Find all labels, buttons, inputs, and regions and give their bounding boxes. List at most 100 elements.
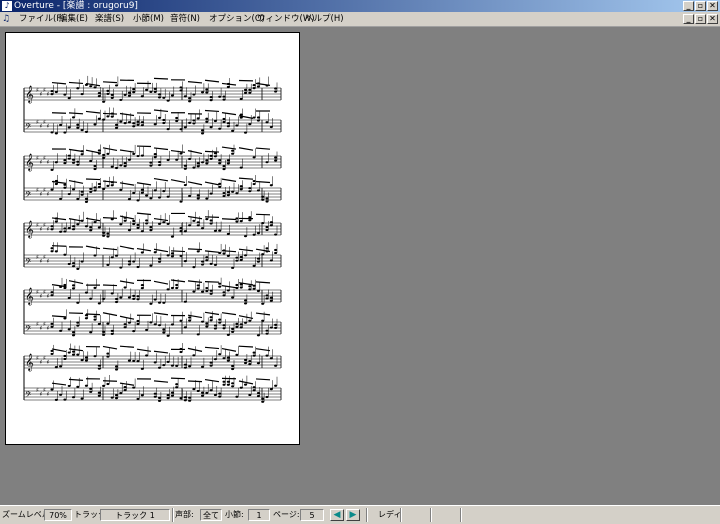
note-beam xyxy=(103,381,117,382)
note-head xyxy=(248,394,251,396)
note-beam xyxy=(239,178,253,179)
note-head xyxy=(167,223,170,225)
note-head xyxy=(102,157,105,159)
note-head xyxy=(227,122,230,124)
note-head xyxy=(184,364,187,366)
status-divider xyxy=(366,508,368,522)
note-head xyxy=(81,153,84,155)
note-head xyxy=(205,218,208,220)
doc-restore-button[interactable]: ▫ xyxy=(695,14,706,24)
note-head xyxy=(68,126,71,128)
note-head xyxy=(63,399,66,401)
arrow-right-icon[interactable]: ▶ xyxy=(346,509,360,521)
note-head xyxy=(248,187,251,189)
track-field[interactable]: トラック 1 xyxy=(100,509,170,521)
note-head xyxy=(244,299,247,301)
note-head xyxy=(201,132,204,134)
menu-help[interactable]: ヘルプ(H) xyxy=(305,12,344,26)
ready-status: レディ xyxy=(378,509,401,521)
note-head xyxy=(223,327,226,329)
note-head xyxy=(89,226,92,228)
note-beam xyxy=(154,78,168,79)
note-head xyxy=(227,381,230,383)
note-head xyxy=(201,129,204,131)
maximize-button[interactable]: ▫ xyxy=(695,1,706,11)
note-head xyxy=(51,90,54,92)
note-head xyxy=(192,220,195,222)
note-head xyxy=(235,354,238,356)
note-head xyxy=(270,300,273,302)
arrow-left-icon[interactable]: ◀ xyxy=(330,509,344,521)
note-head xyxy=(266,294,269,296)
note-head xyxy=(145,219,148,221)
note-head xyxy=(175,383,178,385)
note-head xyxy=(106,383,109,385)
note-head xyxy=(94,168,97,170)
note-head xyxy=(184,301,187,303)
note-head xyxy=(266,330,269,332)
minimize-button[interactable]: _ xyxy=(683,1,694,11)
note-beam xyxy=(86,246,100,249)
note-head xyxy=(201,366,204,368)
note-head xyxy=(192,122,195,124)
note-head xyxy=(227,255,230,257)
note-head xyxy=(63,187,66,189)
note-head xyxy=(102,154,105,156)
zoom-field[interactable]: 70% xyxy=(44,509,72,521)
menu-score[interactable]: 楽譜(S) xyxy=(95,12,124,26)
note-head xyxy=(184,260,187,262)
note-beam xyxy=(103,313,117,316)
note-beam xyxy=(256,148,270,149)
note-head xyxy=(257,334,260,336)
note-head xyxy=(132,220,135,222)
document-icon[interactable]: ♫ xyxy=(2,14,12,24)
note-head xyxy=(253,234,256,236)
note-head xyxy=(111,256,114,258)
note-head xyxy=(102,188,105,190)
measure-field[interactable]: 1 xyxy=(248,509,270,521)
score-page[interactable]: 𝄞♯♯♯♯𝄢♯♯♯♯𝄞♯♯♯♯𝄢♯♯♯♯𝄞♯♯♯♯𝄢♯♯♯♯𝄞♯♯♯♯𝄢♯♯♯♯… xyxy=(5,32,300,445)
note-head xyxy=(248,219,251,221)
note-head xyxy=(188,100,191,102)
voice-field[interactable]: 全て xyxy=(200,509,222,521)
note-head xyxy=(158,223,161,225)
menu-measure[interactable]: 小節(M) xyxy=(133,12,164,26)
note-head xyxy=(98,395,101,397)
doc-minimize-button[interactable]: _ xyxy=(683,14,694,24)
note-beam xyxy=(137,249,151,251)
note-head xyxy=(59,198,62,200)
note-head xyxy=(132,223,135,225)
menu-file[interactable]: ファイル(F) xyxy=(19,12,65,26)
note-head xyxy=(218,229,221,231)
note-head xyxy=(132,386,135,388)
sharp-icon: ♯ xyxy=(47,226,50,233)
close-button[interactable]: ✕ xyxy=(707,1,718,11)
app-icon[interactable]: ♪ xyxy=(2,1,12,11)
note-beam xyxy=(222,313,236,315)
note-head xyxy=(137,266,140,268)
note-head xyxy=(98,323,101,325)
note-beam xyxy=(69,379,83,380)
note-head xyxy=(55,220,58,222)
note-head xyxy=(188,365,191,367)
note-head xyxy=(55,366,58,368)
note-head xyxy=(188,224,191,226)
note-beam xyxy=(120,246,134,249)
note-head xyxy=(85,131,88,133)
note-head xyxy=(167,100,170,102)
note-head xyxy=(201,392,204,394)
note-head xyxy=(192,290,195,292)
menu-edit[interactable]: 編集(E) xyxy=(59,12,88,26)
menu-note[interactable]: 音符(N) xyxy=(170,12,200,26)
note-head xyxy=(162,221,165,223)
note-head xyxy=(184,95,187,97)
note-head xyxy=(270,388,273,390)
page-field[interactable]: 5 xyxy=(300,509,324,521)
note-head xyxy=(227,194,230,196)
note-head xyxy=(180,86,183,88)
note-head xyxy=(72,265,75,267)
note-head xyxy=(137,227,140,229)
doc-close-button[interactable]: ✕ xyxy=(707,14,718,24)
note-head xyxy=(270,259,273,261)
note-beam xyxy=(52,349,66,352)
